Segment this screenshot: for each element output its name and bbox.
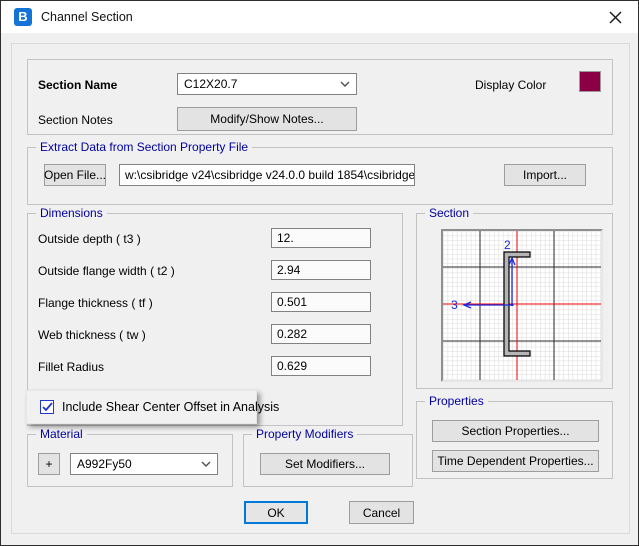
extract-data-group: Extract Data from Section Property File … xyxy=(27,147,613,205)
properties-group: Properties Section Properties... Time De… xyxy=(416,401,613,479)
dim-label-t2: Outside flange width ( t2 ) xyxy=(38,264,175,278)
open-file-button[interactable]: Open File... xyxy=(44,164,106,186)
section-view-group: Section xyxy=(416,213,613,389)
dialog-title: Channel Section xyxy=(41,10,133,24)
shear-center-panel: Include Shear Center Offset in Analysis xyxy=(26,390,257,424)
dim-field-t3[interactable]: 12. xyxy=(271,228,371,248)
material-group-label: Material xyxy=(36,427,87,441)
property-modifiers-group-label: Property Modifiers xyxy=(252,427,357,441)
channel-section-figure: 2 3 xyxy=(443,231,601,380)
dim-field-tw[interactable]: 0.282 xyxy=(271,324,371,344)
dim-label-tf: Flange thickness ( tf ) xyxy=(38,296,153,310)
material-value: A992Fy50 xyxy=(71,457,195,471)
file-path-field[interactable]: w:\csibridge v24\csibridge v24.0.0 build… xyxy=(119,164,415,186)
app-logo-icon: B xyxy=(14,8,32,26)
title-bar: B Channel Section xyxy=(1,1,638,33)
shear-center-checkbox[interactable] xyxy=(40,400,54,414)
dim-field-t2[interactable]: 2.94 xyxy=(271,260,371,280)
section-drawing: 2 3 xyxy=(441,229,603,382)
axis-2-label: 2 xyxy=(504,238,511,252)
close-icon xyxy=(609,11,622,24)
dimensions-group-label: Dimensions xyxy=(36,206,107,220)
cancel-button[interactable]: Cancel xyxy=(349,501,414,524)
chevron-down-icon xyxy=(195,461,217,467)
set-modifiers-button[interactable]: Set Modifiers... xyxy=(260,453,390,475)
display-color-swatch[interactable] xyxy=(579,71,601,92)
ok-button[interactable]: OK xyxy=(244,501,308,524)
section-name-value: C12X20.7 xyxy=(178,77,334,91)
section-name-label: Section Name xyxy=(38,78,117,92)
section-view-group-label: Section xyxy=(425,206,473,220)
property-modifiers-group: Property Modifiers Set Modifiers... xyxy=(243,434,413,487)
time-dependent-properties-button[interactable]: Time Dependent Properties... xyxy=(432,450,599,472)
channel-section-dialog: B Channel Section Section Name C12X20.7 … xyxy=(0,0,639,546)
dim-field-tf[interactable]: 0.501 xyxy=(271,292,371,312)
dim-label-t3: Outside depth ( t3 ) xyxy=(38,232,141,246)
section-name-group: Section Name C12X20.7 Display Color Sect… xyxy=(27,59,613,135)
axis-3-label: 3 xyxy=(451,298,458,312)
modify-show-notes-button[interactable]: Modify/Show Notes... xyxy=(177,107,357,131)
shear-center-label: Include Shear Center Offset in Analysis xyxy=(62,400,279,414)
import-button[interactable]: Import... xyxy=(504,164,586,186)
display-color-label: Display Color xyxy=(475,78,546,92)
section-properties-button[interactable]: Section Properties... xyxy=(432,420,599,442)
check-icon xyxy=(42,402,53,412)
section-notes-label: Section Notes xyxy=(38,113,113,127)
properties-group-label: Properties xyxy=(425,394,488,408)
add-material-button[interactable]: + xyxy=(38,453,60,475)
material-dropdown[interactable]: A992Fy50 xyxy=(70,453,218,475)
dim-field-fillet[interactable]: 0.629 xyxy=(271,356,371,376)
dim-label-tw: Web thickness ( tw ) xyxy=(38,328,146,342)
chevron-down-icon xyxy=(334,81,356,87)
material-group: Material + A992Fy50 xyxy=(27,434,233,487)
section-name-dropdown[interactable]: C12X20.7 xyxy=(177,73,357,95)
close-button[interactable] xyxy=(602,6,628,28)
dim-label-fillet: Fillet Radius xyxy=(38,360,104,374)
extract-data-group-label: Extract Data from Section Property File xyxy=(36,140,252,154)
